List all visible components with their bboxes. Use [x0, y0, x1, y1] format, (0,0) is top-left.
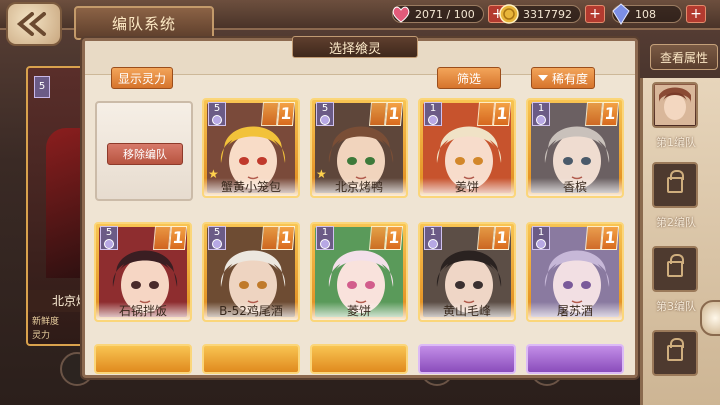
rarity-card-icon: 1 — [384, 226, 404, 250]
current-team-leader-card[interactable]: 5 北京烤 新鲜度 灵力 — [26, 66, 90, 346]
spirit-card-partial[interactable] — [202, 344, 300, 374]
element-icon — [320, 115, 330, 125]
team-4-slot[interactable] — [652, 330, 698, 376]
star-icon: ★ — [316, 167, 327, 181]
spirit-card-partial[interactable] — [94, 344, 192, 374]
rarity-card-icon: 1 — [276, 226, 296, 250]
spirit-name: 黄山毛峰 — [420, 302, 514, 320]
team-1-label: 第1编队 — [656, 136, 696, 149]
gold-resource: 3317792 + — [499, 4, 605, 24]
spirit-level-badge: 5 — [100, 226, 118, 250]
star-icon: ★ — [208, 167, 219, 181]
page-title: 编队系统 — [74, 6, 214, 40]
rarity-card-icon: 1 — [276, 102, 296, 126]
crystal-icon — [612, 3, 630, 25]
leader-stat-freshness: 新鲜度 — [32, 317, 60, 327]
add-crystal-button[interactable]: + — [686, 5, 706, 23]
lock-icon — [667, 338, 684, 361]
modal-title: 选择飨灵 — [292, 36, 418, 58]
spirit-card[interactable]: 5 1 石锅拌饭 — [94, 222, 192, 322]
select-spirit-modal: 显示灵力 筛选 稀有度 移除编队 — [82, 38, 638, 378]
spirit-level-badge: 1 — [532, 226, 550, 250]
spirit-name: B-52鸡尾酒 — [204, 302, 298, 320]
coin-icon — [499, 4, 519, 24]
rarity-card-icon: 1 — [600, 102, 620, 126]
spirit-level: 1 — [429, 103, 437, 114]
back-arrow-icon — [16, 12, 46, 36]
spirit-name: 香槟 — [528, 178, 622, 196]
remove-from-team-button[interactable]: 移除编队 — [107, 143, 183, 165]
rarity-sort-button[interactable]: 稀有度 — [531, 67, 595, 89]
add-gold-button[interactable]: + — [585, 5, 605, 23]
spirit-name: 菱饼 — [312, 302, 406, 320]
element-icon — [212, 239, 222, 249]
filter-button[interactable]: 筛选 — [437, 67, 501, 89]
spirit-card[interactable]: 1 1 屠苏酒 — [526, 222, 624, 322]
spirit-level: 5 — [321, 103, 329, 114]
show-power-button[interactable]: 显示灵力 — [111, 67, 173, 89]
spirit-name: 石锅拌饭 — [96, 302, 190, 320]
spirit-level: 1 — [537, 227, 545, 238]
element-icon — [428, 239, 438, 249]
team-1-avatar — [655, 85, 695, 125]
spirit-name: 姜饼 — [420, 178, 514, 196]
rarity-card-icon: 1 — [168, 226, 188, 250]
element-icon — [428, 115, 438, 125]
spirit-card-partial[interactable] — [526, 344, 624, 374]
spirit-level-badge: 1 — [316, 226, 334, 250]
team-2-slot[interactable] — [652, 162, 698, 208]
spirit-card[interactable]: 5 1 ★ 蟹黄小笼包 — [202, 98, 300, 198]
element-icon — [536, 115, 546, 125]
spirit-level-badge: 5 — [208, 226, 226, 250]
spirit-level: 5 — [213, 227, 221, 238]
heart-icon — [392, 6, 410, 23]
spirit-level-badge: 5 — [208, 102, 226, 126]
spirit-card[interactable]: 5 1 ★ 北京烤鸭 — [310, 98, 408, 198]
element-icon — [320, 239, 330, 249]
spirit-level: 1 — [321, 227, 329, 238]
spirit-level: 1 — [537, 103, 545, 114]
rarity-card-icon: 1 — [600, 226, 620, 250]
team-3-slot[interactable] — [652, 246, 698, 292]
rarity-card-icon: 1 — [492, 102, 512, 126]
spirit-card-partial[interactable] — [418, 344, 516, 374]
element-icon — [104, 239, 114, 249]
lock-icon — [667, 170, 684, 193]
spirit-level: 5 — [105, 227, 113, 238]
lock-icon — [667, 254, 684, 277]
spirit-level-badge: 1 — [424, 102, 442, 126]
spirit-card[interactable]: 1 1 菱饼 — [310, 222, 408, 322]
stamina-resource: 2071 / 100 + — [392, 4, 508, 24]
spirit-level: 5 — [213, 103, 221, 114]
spirit-level-badge: 1 — [424, 226, 442, 250]
rarity-card-icon: 1 — [492, 226, 512, 250]
spirit-level-badge: 1 — [532, 102, 550, 126]
spirit-card[interactable]: 1 1 香槟 — [526, 98, 624, 198]
view-attributes-button[interactable]: 查看属性 — [650, 44, 718, 70]
rarity-sort-label: 稀有度 — [551, 71, 588, 86]
leader-stat-power: 灵力 — [32, 331, 51, 341]
chevron-down-icon — [537, 75, 548, 81]
leader-level: 5 — [34, 76, 50, 98]
team-1-slot[interactable] — [652, 82, 698, 128]
side-scroll-knob[interactable] — [700, 300, 720, 336]
spirit-card-partial[interactable] — [310, 344, 408, 374]
spirit-level: 1 — [429, 227, 437, 238]
spirit-card[interactable]: 1 1 黄山毛峰 — [418, 222, 516, 322]
team-3-label: 第3编队 — [656, 300, 696, 313]
leader-name: 北京烤 — [28, 290, 88, 312]
element-icon — [212, 115, 222, 125]
remove-slot: 移除编队 — [95, 101, 193, 201]
team-2-label: 第2编队 — [656, 216, 696, 229]
rarity-card-icon: 1 — [384, 102, 404, 126]
spirit-card[interactable]: 1 1 姜饼 — [418, 98, 516, 198]
back-button[interactable] — [6, 2, 62, 46]
spirit-name: 屠苏酒 — [528, 302, 622, 320]
spirit-card[interactable]: 5 1 B-52鸡尾酒 — [202, 222, 300, 322]
element-icon — [536, 239, 546, 249]
spirit-level-badge: 5 — [316, 102, 334, 126]
crystal-resource: 108 + — [612, 3, 706, 25]
